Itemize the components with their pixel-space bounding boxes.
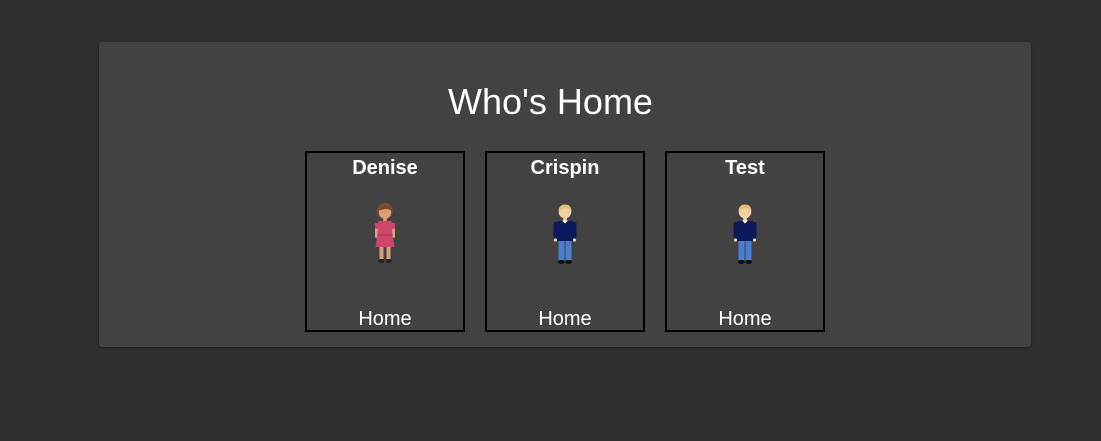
person-tile-test[interactable]: Test Home [665,151,825,332]
person-tile-denise[interactable]: Denise Home [305,151,465,332]
person-name: Denise [352,157,418,179]
person-name: Crispin [530,157,600,179]
card-title: Who's Home [448,81,653,122]
boy-icon [733,204,757,264]
girl-icon [375,202,395,263]
presence-status: Home [718,308,772,330]
presence-status: Home [358,308,412,330]
person-name: Test [725,157,765,179]
person-tile-crispin[interactable]: Crispin Home [485,151,645,332]
boy-icon [553,204,577,264]
presence-status: Home [538,308,592,330]
